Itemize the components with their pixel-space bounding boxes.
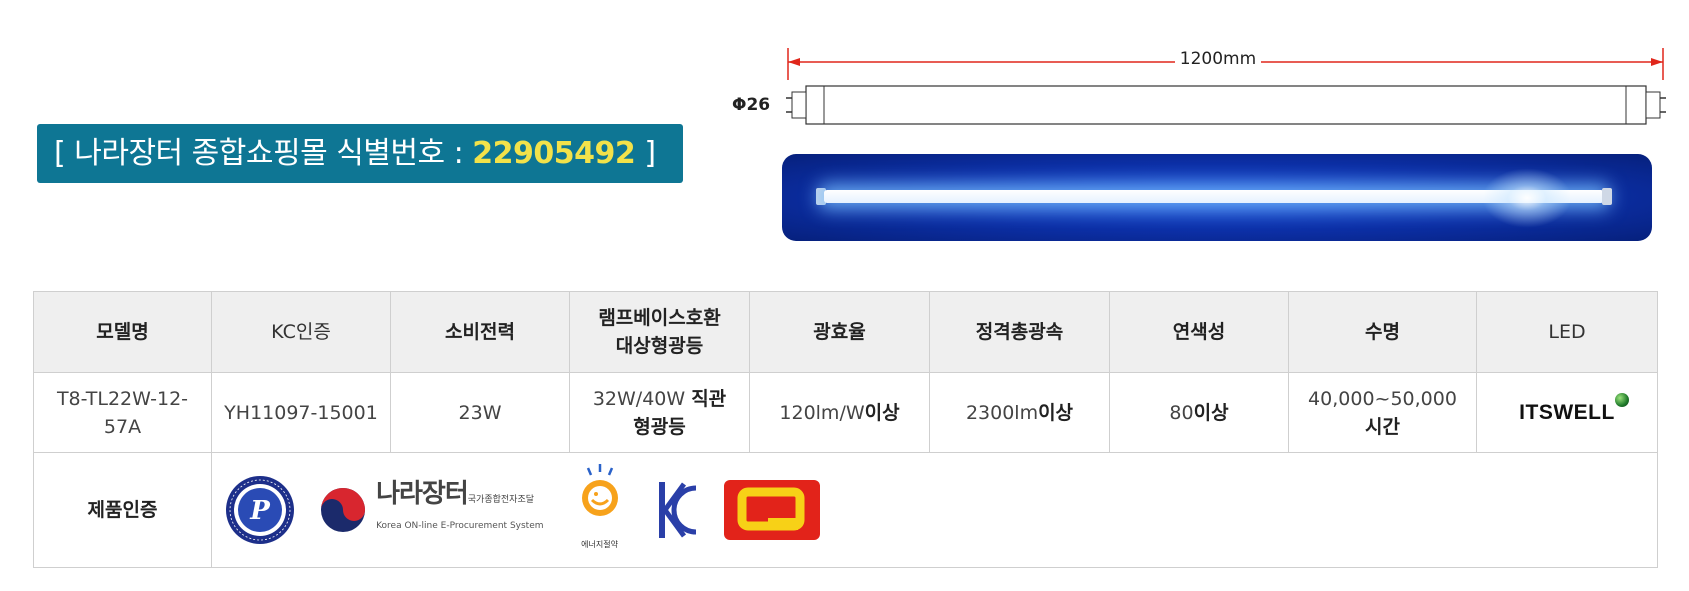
- value-power: 23W: [390, 372, 570, 453]
- header-kc: KC인증: [211, 291, 391, 373]
- cert-logos: P 나라장터국가종합전자조달 Korea ON-line E-Procureme…: [211, 452, 1658, 568]
- banner-prefix: [ 나라장터 종합쇼핑몰 식별번호 :: [54, 136, 473, 171]
- value-life-plain: 40,000~50,000: [1308, 387, 1457, 410]
- value-brand: ITSWELL: [1476, 372, 1658, 453]
- spec-value-row: T8-TL22W-12-57A YH11097-15001 23W 32W/40…: [33, 372, 1658, 453]
- end-cap-right: [1645, 91, 1661, 119]
- q-mark-icon: [723, 480, 820, 540]
- value-flux: 2300lm이상: [929, 372, 1110, 453]
- procurement-id-number: 22905492: [472, 136, 636, 171]
- value-efficacy-plain: 120lm/W: [779, 401, 865, 424]
- header-efficacy: 광효율: [749, 291, 930, 373]
- header-flux: 정격총광속: [929, 291, 1110, 373]
- cert-label: 제품인증: [33, 452, 212, 568]
- header-power: 소비전력: [390, 291, 570, 373]
- header-model: 모델명: [33, 291, 212, 373]
- energy-saving-icon: [581, 463, 618, 516]
- value-model: T8-TL22W-12-57A: [33, 372, 212, 453]
- value-lamp-bold-2: 형광등: [633, 415, 686, 438]
- banner-suffix: ]: [635, 136, 656, 171]
- value-lamp-plain: 32W/40W: [592, 387, 692, 410]
- certification-row: 제품인증 P 나라장터국가종합전자조달 Korea ON-line E-Proc…: [33, 452, 1658, 568]
- globe-icon: [1614, 392, 1629, 407]
- value-kc: YH11097-15001: [211, 372, 391, 453]
- header-led: LED: [1476, 291, 1658, 373]
- taeguk-icon: [321, 488, 366, 532]
- lit-tube-cap-right: [1602, 188, 1612, 205]
- value-flux-plain: 2300lm: [965, 401, 1039, 424]
- itswell-logo: ITSWELL: [1519, 392, 1629, 427]
- nara-marketplace-logo: 나라장터국가종합전자조달 Korea ON-line E-Procurement…: [320, 479, 544, 540]
- dimension-arrow-right: [1651, 58, 1663, 66]
- value-cri-bold: 이상: [1193, 401, 1229, 424]
- end-cap-left: [791, 91, 807, 119]
- value-lamp-compat: 32W/40W 직관 형광등: [569, 372, 750, 453]
- spec-table: 모델명 KC인증 소비전력 램프베이스호환대상형광등 광효율 정격총광속 연색성…: [33, 291, 1658, 568]
- energy-saving-logo: 에너지절약: [568, 462, 632, 559]
- value-flux-bold: 이상: [1038, 401, 1074, 424]
- diameter-label: Φ26: [732, 95, 771, 115]
- itswell-logo-text: ITSWELL: [1519, 400, 1615, 424]
- value-efficacy-bold: 이상: [864, 401, 900, 424]
- header-lamp-compat-line2: 대상형광등: [615, 335, 704, 357]
- value-efficacy: 120lm/W이상: [749, 372, 930, 453]
- excellent-product-seal-icon: P: [226, 476, 294, 544]
- value-lamp-bold-1: 직관: [691, 387, 727, 410]
- nara-logo-sub: Korea ON-line E-Procurement System: [376, 521, 544, 531]
- tube-outline: [805, 85, 1647, 125]
- nara-logo-title: 나라장터: [376, 479, 469, 509]
- value-cri-plain: 80: [1169, 401, 1194, 424]
- nara-logo-small: 국가종합전자조달: [467, 495, 535, 505]
- procurement-id-banner: [ 나라장터 종합쇼핑몰 식별번호 : 22905492 ]: [37, 124, 683, 183]
- length-label: 1200mm: [1175, 49, 1261, 69]
- lit-tube-image: [782, 154, 1652, 241]
- header-cri: 연색성: [1109, 291, 1289, 373]
- energy-saving-caption: 에너지절약: [581, 539, 618, 549]
- kc-mark-icon: KC: [656, 478, 696, 538]
- dimension-arrow-left: [788, 58, 800, 66]
- header-lamp-compat: 램프베이스호환대상형광등: [569, 291, 750, 373]
- value-life-bold: 시간: [1365, 415, 1400, 438]
- value-life: 40,000~50,000 시간: [1288, 372, 1477, 453]
- header-lamp-compat-line1: 램프베이스호환: [598, 307, 721, 329]
- value-cri: 80이상: [1109, 372, 1289, 453]
- light-flare: [1482, 168, 1572, 228]
- svg-text:P: P: [249, 496, 271, 526]
- header-life: 수명: [1288, 291, 1477, 373]
- spec-header-row: 모델명 KC인증 소비전력 램프베이스호환대상형광등 광효율 정격총광속 연색성…: [33, 291, 1658, 373]
- svg-text:KC: KC: [656, 478, 658, 480]
